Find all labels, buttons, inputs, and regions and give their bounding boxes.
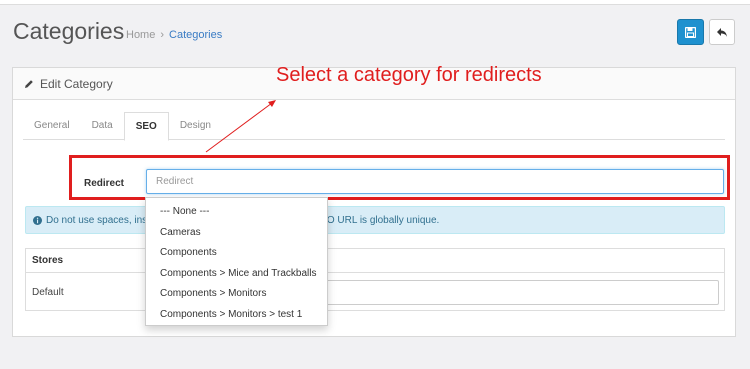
dropdown-option-monitors-test1[interactable]: Components > Monitors > test 1 (146, 305, 327, 326)
dropdown-option-monitors[interactable]: Components > Monitors (146, 284, 327, 305)
dropdown-option-components[interactable]: Components (146, 243, 327, 264)
dropdown-option-mice-trackballs[interactable]: Components > Mice and Trackballs (146, 264, 327, 285)
annotation-arrow (205, 100, 276, 153)
dropdown-option-none[interactable]: --- None --- (146, 202, 327, 223)
redirect-dropdown: --- None --- Cameras Components Componen… (145, 197, 328, 326)
dropdown-option-cameras[interactable]: Cameras (146, 223, 327, 244)
